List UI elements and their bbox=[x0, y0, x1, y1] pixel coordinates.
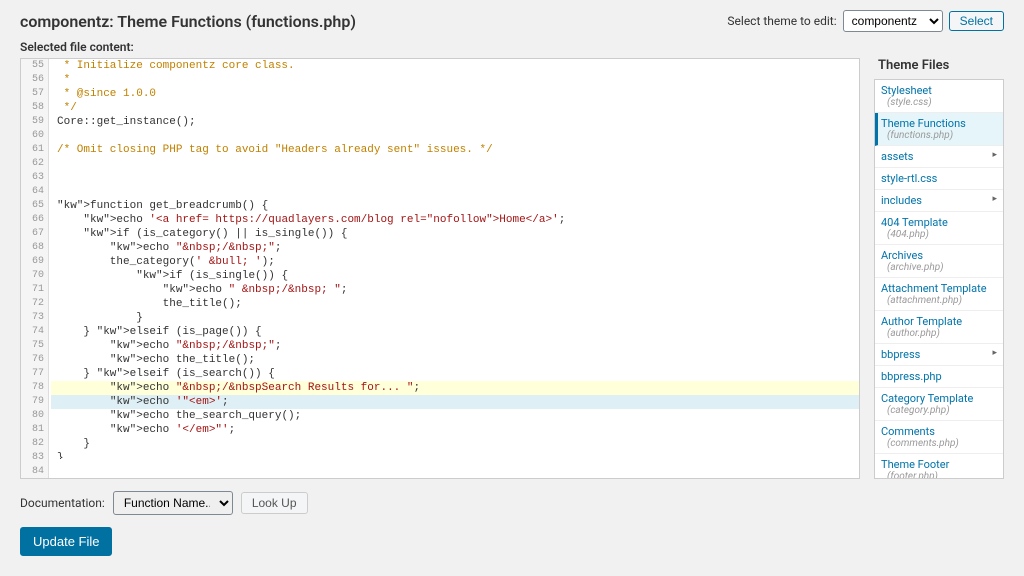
file-item-style-rtl-css[interactable]: style-rtl.css bbox=[875, 168, 1003, 190]
code-line[interactable]: "kw">echo '<a href= https://quadlayers.c… bbox=[51, 213, 859, 227]
code-editor[interactable]: 5556575859606162636465666768697071727374… bbox=[20, 58, 860, 479]
code-line[interactable]: "kw">function get_breadcrumb() { bbox=[51, 199, 859, 213]
lookup-button[interactable]: Look Up bbox=[241, 492, 308, 514]
file-filename: (attachment.php) bbox=[887, 295, 997, 306]
code-line[interactable] bbox=[51, 157, 859, 171]
code-line[interactable]: "kw">echo '"<em>'; bbox=[51, 395, 859, 409]
file-name: bbpress bbox=[881, 348, 920, 361]
code-line[interactable]: * bbox=[51, 73, 859, 87]
file-item-stylesheet[interactable]: Stylesheet(style.css) bbox=[875, 80, 1003, 113]
file-filename: (style.css) bbox=[887, 97, 997, 108]
code-line[interactable]: the_title(); bbox=[51, 297, 859, 311]
code-line[interactable] bbox=[51, 129, 859, 143]
documentation-label: Documentation: bbox=[20, 496, 105, 510]
file-name: Archives bbox=[881, 249, 923, 262]
code-line[interactable]: "kw">echo "&nbsp;/&nbsp;"; bbox=[51, 339, 859, 353]
file-filename: (category.php) bbox=[887, 405, 997, 416]
file-name: bbpress.php bbox=[881, 370, 942, 383]
theme-files-heading: Theme Files bbox=[874, 58, 1004, 73]
code-line[interactable]: "kw">echo '</em>"'; bbox=[51, 423, 859, 437]
documentation-dropdown[interactable]: Function Name... bbox=[113, 491, 233, 515]
file-name: style-rtl.css bbox=[881, 172, 937, 185]
code-line[interactable]: "kw">echo "&nbsp;/&nbspSearch Results fo… bbox=[51, 381, 859, 395]
code-line[interactable]: } "kw">elseif (is_search()) { bbox=[51, 367, 859, 381]
code-line[interactable]: /* Omit closing PHP tag to avoid "Header… bbox=[51, 143, 859, 157]
file-item-comments[interactable]: Comments(comments.php) bbox=[875, 421, 1003, 454]
file-item-author-template[interactable]: Author Template(author.php) bbox=[875, 311, 1003, 344]
file-filename: (archive.php) bbox=[887, 262, 997, 273]
select-theme-button[interactable]: Select bbox=[949, 11, 1004, 31]
code-line[interactable]: "kw">echo the_title(); bbox=[51, 353, 859, 367]
select-theme-label: Select theme to edit: bbox=[727, 14, 836, 28]
code-line[interactable]: */ bbox=[51, 101, 859, 115]
file-name: Attachment Template bbox=[881, 282, 987, 295]
code-line[interactable]: } bbox=[51, 451, 859, 459]
file-name: includes bbox=[881, 194, 922, 207]
file-filename: (functions.php) bbox=[887, 130, 997, 141]
code-line[interactable]: } "kw">elseif (is_page()) { bbox=[51, 325, 859, 339]
theme-dropdown[interactable]: componentz bbox=[843, 10, 943, 32]
file-item-attachment-template[interactable]: Attachment Template(attachment.php) bbox=[875, 278, 1003, 311]
code-line[interactable]: "kw">if (is_category() || is_single()) { bbox=[51, 227, 859, 241]
file-item-theme-footer[interactable]: Theme Footer(footer.php) bbox=[875, 454, 1003, 479]
file-item-assets[interactable]: assets bbox=[875, 146, 1003, 168]
file-item-bbpress[interactable]: bbpress bbox=[875, 344, 1003, 366]
file-name: Theme Footer bbox=[881, 458, 949, 471]
file-filename: (footer.php) bbox=[887, 471, 997, 479]
code-line[interactable]: * Initialize componentz core class. bbox=[51, 59, 859, 73]
file-item-category-template[interactable]: Category Template(category.php) bbox=[875, 388, 1003, 421]
code-line[interactable]: } bbox=[51, 437, 859, 451]
file-name: Stylesheet bbox=[881, 84, 932, 97]
file-item-includes[interactable]: includes bbox=[875, 190, 1003, 212]
file-name: Comments bbox=[881, 425, 935, 438]
page-title: componentz: Theme Functions (functions.p… bbox=[20, 12, 356, 31]
code-line[interactable]: "kw">echo "&nbsp;/&nbsp;"; bbox=[51, 241, 859, 255]
code-line[interactable]: Core::get_instance(); bbox=[51, 115, 859, 129]
code-line[interactable] bbox=[51, 171, 859, 185]
code-line[interactable] bbox=[51, 185, 859, 199]
code-line[interactable]: "kw">if (is_single()) { bbox=[51, 269, 859, 283]
code-line[interactable]: the_category(' &bull; '); bbox=[51, 255, 859, 269]
code-line[interactable]: * @since 1.0.0 bbox=[51, 87, 859, 101]
file-filename: (comments.php) bbox=[887, 438, 997, 449]
update-file-button[interactable]: Update File bbox=[20, 527, 112, 556]
selected-file-label: Selected file content: bbox=[20, 40, 1004, 54]
file-name: 404 Template bbox=[881, 216, 948, 229]
file-name: Category Template bbox=[881, 392, 973, 405]
file-filename: (404.php) bbox=[887, 229, 997, 240]
file-item-bbpress-php[interactable]: bbpress.php bbox=[875, 366, 1003, 388]
file-item-theme-functions[interactable]: Theme Functions(functions.php) bbox=[875, 113, 1003, 146]
code-line[interactable]: "kw">echo the_search_query(); bbox=[51, 409, 859, 423]
code-line[interactable]: } bbox=[51, 311, 859, 325]
theme-selector: Select theme to edit: componentz Select bbox=[727, 10, 1004, 32]
file-item-archives[interactable]: Archives(archive.php) bbox=[875, 245, 1003, 278]
file-name: Theme Functions bbox=[881, 117, 966, 130]
theme-files-list: Stylesheet(style.css)Theme Functions(fun… bbox=[874, 79, 1004, 479]
file-name: assets bbox=[881, 150, 913, 163]
code-line[interactable]: "kw">echo " &nbsp;/&nbsp; "; bbox=[51, 283, 859, 297]
file-item-404-template[interactable]: 404 Template(404.php) bbox=[875, 212, 1003, 245]
file-filename: (author.php) bbox=[887, 328, 997, 339]
file-name: Author Template bbox=[881, 315, 962, 328]
